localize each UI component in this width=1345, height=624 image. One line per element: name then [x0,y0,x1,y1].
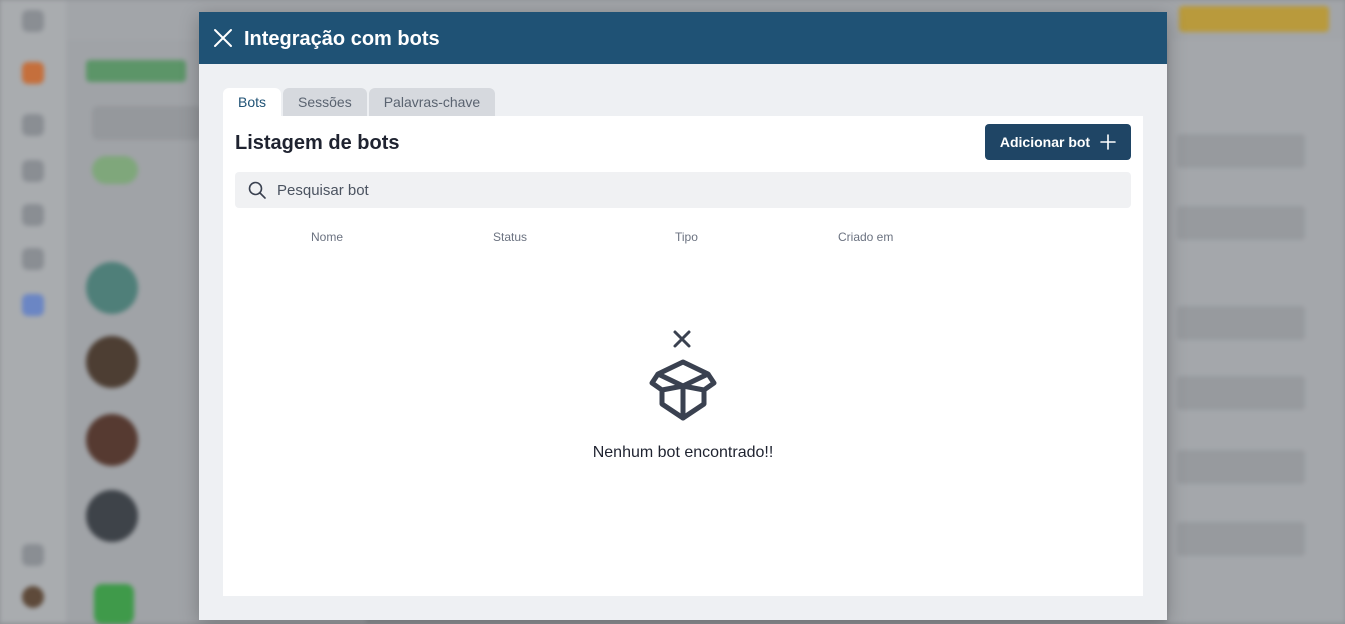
bot-integration-modal: Integração com bots Bots Sessões Palavra… [199,12,1167,620]
tab-bots[interactable]: Bots [223,88,282,116]
search-icon [247,180,267,200]
empty-state-message: Nenhum bot encontrado!! [592,444,774,461]
tab-sessions[interactable]: Sessões [283,88,367,116]
background-right-panel [1167,40,1345,623]
search-bar [235,172,1131,208]
tab-bar: Bots Sessões Palavras-chave [223,88,496,116]
close-icon [214,29,232,47]
plus-icon [1100,134,1116,150]
add-bot-button-label: Adicionar bot [999,134,1091,150]
close-button[interactable] [211,26,235,50]
column-header-name[interactable]: Nome [311,230,343,244]
modal-header: Integração com bots [199,12,1167,64]
empty-box-icon [649,330,717,421]
column-header-status[interactable]: Status [493,230,527,244]
background-nav-rail [0,0,66,623]
column-header-type[interactable]: Tipo [675,230,698,244]
search-input[interactable] [275,180,1119,200]
list-title: Listagem de bots [235,132,400,154]
modal-title: Integração com bots [244,28,440,50]
tab-content-panel: Listagem de bots Adicionar bot Nome Stat… [223,116,1143,596]
add-bot-button[interactable]: Adicionar bot [985,124,1131,160]
column-header-created-at[interactable]: Criado em [838,230,893,244]
tab-keywords[interactable]: Palavras-chave [368,88,496,116]
empty-state: Nenhum bot encontrado!! [223,328,1143,462]
